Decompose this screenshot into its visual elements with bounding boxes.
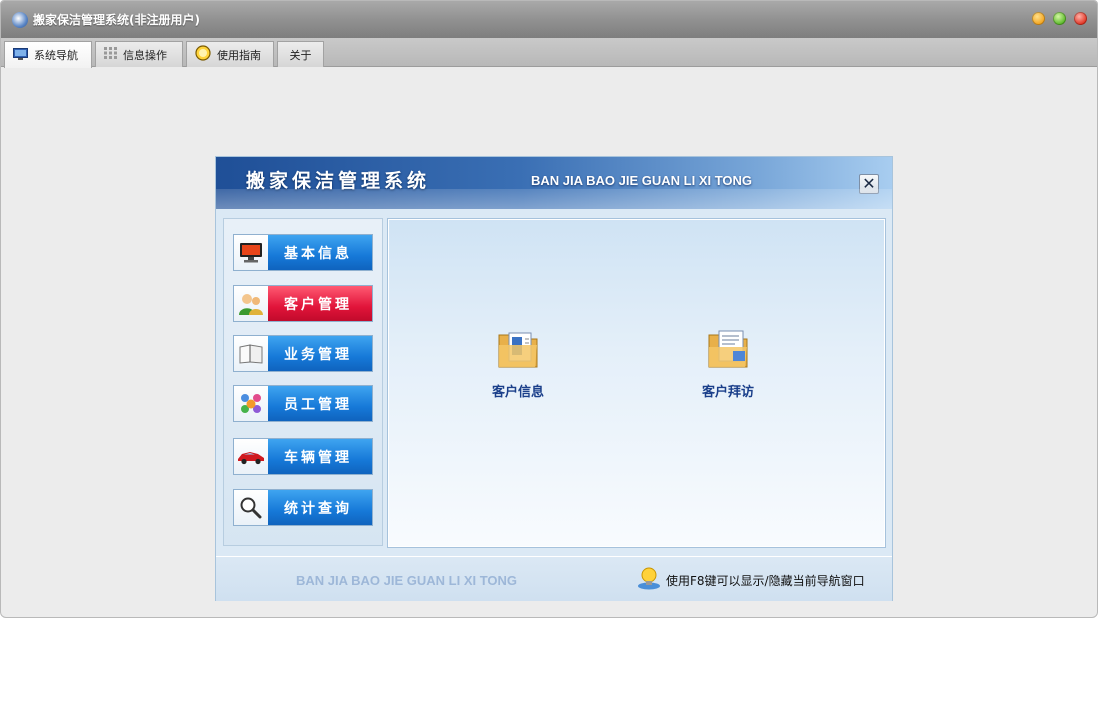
- tab-info-operation[interactable]: 信息操作: [95, 41, 183, 67]
- function-area: 客户信息 客户拜访: [387, 218, 886, 548]
- title-bar[interactable]: 搬家保洁管理系统(非注册用户): [1, 1, 1097, 38]
- sidebar: 基本信息 客户管理 业务管理 员工管理 车辆管理 统计查询: [223, 218, 383, 546]
- sidebar-item-label: 基本信息: [268, 235, 372, 270]
- sidebar-item-staff-management[interactable]: 员工管理: [233, 385, 373, 422]
- car-icon: [234, 439, 268, 474]
- book-icon: [234, 336, 268, 371]
- monitor-icon: [13, 47, 28, 63]
- help-circle-icon: [195, 45, 211, 64]
- f8-hint: 使用F8键可以显示/隐藏当前导航窗口: [636, 565, 865, 595]
- sidebar-item-label: 业务管理: [268, 336, 372, 371]
- sidebar-item-business-management[interactable]: 业务管理: [233, 335, 373, 372]
- sidebar-item-label: 统计查询: [268, 490, 372, 525]
- sidebar-item-label: 客户管理: [268, 286, 372, 321]
- tab-label: 关于: [289, 48, 312, 62]
- monitor-icon: [234, 235, 268, 270]
- panel-banner: 搬家保洁管理系统 BAN JIA BAO JIE GUAN LI XI TONG…: [216, 157, 892, 209]
- app-logo-icon: [12, 12, 28, 28]
- sidebar-item-vehicle-management[interactable]: 车辆管理: [233, 438, 373, 475]
- sidebar-item-basic-info[interactable]: 基本信息: [233, 234, 373, 271]
- lightbulb-icon: [636, 565, 662, 595]
- sidebar-item-label: 员工管理: [268, 386, 372, 421]
- maximize-icon[interactable]: [1053, 12, 1066, 25]
- grid-icon: [104, 47, 117, 62]
- navigation-panel: 搬家保洁管理系统 BAN JIA BAO JIE GUAN LI XI TONG…: [215, 156, 893, 601]
- users-icon: [234, 286, 268, 321]
- folder-report-icon: [705, 330, 751, 375]
- sidebar-item-label: 车辆管理: [268, 439, 372, 474]
- function-label: 客户拜访: [701, 385, 754, 400]
- tab-label: 信息操作: [123, 48, 167, 62]
- function-customer-visit[interactable]: 客户拜访: [683, 325, 773, 400]
- function-customer-info[interactable]: 客户信息: [473, 325, 563, 400]
- tab-label: 使用指南: [217, 48, 261, 62]
- sidebar-item-statistics-query[interactable]: 统计查询: [233, 489, 373, 526]
- people-group-icon: [234, 386, 268, 421]
- tab-bar: 系统导航 信息操作 使用指南 关于: [1, 38, 1097, 68]
- minimize-icon[interactable]: [1032, 12, 1045, 25]
- panel-footer: BAN JIA BAO JIE GUAN LI XI TONG 使用F8键可以显…: [216, 556, 892, 601]
- tab-about[interactable]: 关于: [277, 41, 324, 67]
- tab-user-guide[interactable]: 使用指南: [186, 41, 274, 67]
- f8-hint-text: 使用F8键可以显示/隐藏当前导航窗口: [666, 573, 865, 588]
- folder-document-icon: [495, 332, 541, 375]
- function-label: 客户信息: [491, 385, 544, 400]
- footer-text: BAN JIA BAO JIE GUAN LI XI TONG: [296, 573, 518, 588]
- window-title: 搬家保洁管理系统(非注册用户): [33, 13, 200, 27]
- app-window: 搬家保洁管理系统(非注册用户) 系统导航 信息操作 使用指南 关于 搬家保洁管理…: [0, 0, 1098, 618]
- tab-label: 系统导航: [34, 49, 78, 62]
- panel-close-button[interactable]: ✕: [859, 174, 879, 194]
- panel-title: 搬家保洁管理系统: [246, 170, 431, 192]
- panel-subtitle: BAN JIA BAO JIE GUAN LI XI TONG: [531, 173, 753, 188]
- tab-system-navigation[interactable]: 系统导航: [4, 41, 92, 68]
- close-icon[interactable]: [1074, 12, 1087, 25]
- magnifier-icon: [234, 490, 268, 525]
- sidebar-item-customer-management[interactable]: 客户管理: [233, 285, 373, 322]
